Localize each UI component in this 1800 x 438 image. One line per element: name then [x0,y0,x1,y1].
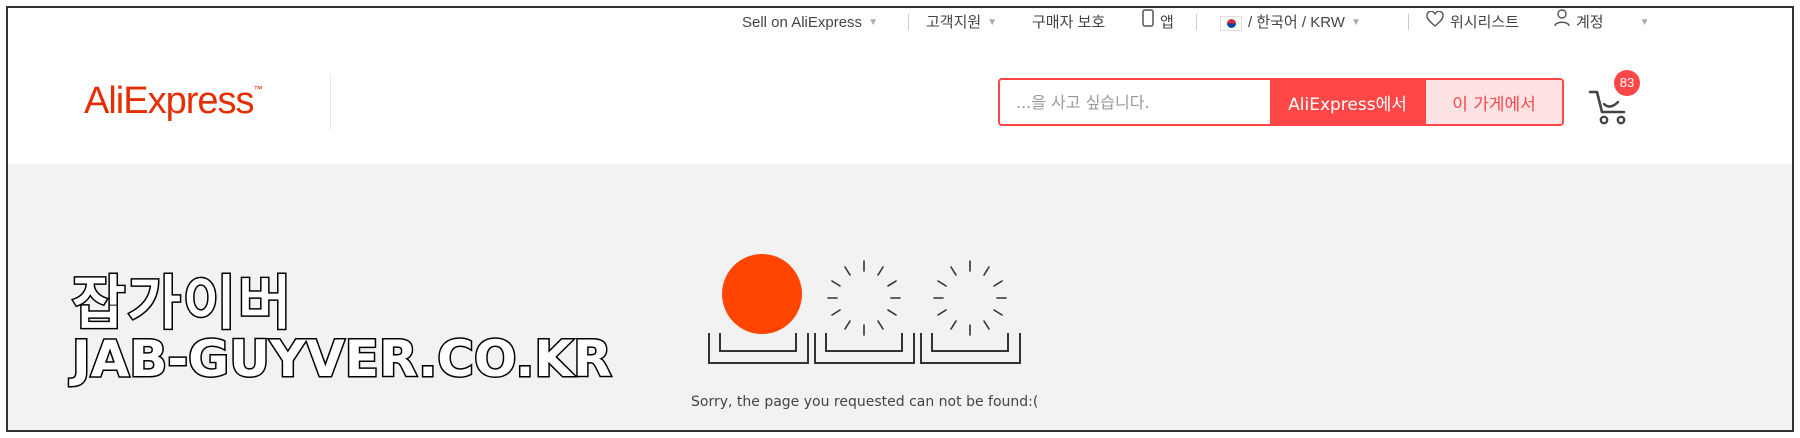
cart-count-badge: 83 [1614,70,1640,96]
sell-label: Sell on AliExpress [742,14,863,31]
search-input[interactable] [1000,80,1270,124]
aliexpress-logo[interactable]: AliExpress™ [84,80,263,123]
sell-on-aliexpress-link[interactable]: Sell on AliExpress ▼ [742,8,878,38]
cart-button[interactable]: 83 [1588,70,1640,126]
divider [1408,14,1409,30]
divider [1196,14,1197,30]
app-link[interactable]: 앱 [1142,8,1174,38]
account-menu[interactable]: 계정 ▼ [1554,8,1650,38]
korea-flag-icon [1220,15,1242,31]
trademark-mark: ™ [253,84,263,94]
wishlist-label: 위시리스트 [1450,14,1520,31]
search-bar: AliExpress에서 이 가게에서 [998,78,1564,126]
site-header: AliExpress™ AliExpress에서 이 가게에서 83 [8,44,1792,164]
protection-label: 구매자 보호 [1032,14,1106,31]
not-found-illustration [708,253,1038,373]
wishlist-link[interactable]: 위시리스트 [1426,8,1519,38]
loader-box-3 [920,260,1021,364]
customer-support-link[interactable]: 고객지원 ▼ [926,8,997,38]
support-label: 고객지원 [926,14,982,31]
search-aliexpress-button[interactable]: AliExpress에서 [1270,80,1425,124]
user-icon [1554,9,1570,37]
divider [330,74,331,130]
chevron-down-icon: ▼ [1639,17,1650,28]
watermark-title: 잡가이버 [70,268,294,339]
search-store-button[interactable]: 이 가게에서 [1425,80,1562,124]
logo-text: AliExpress [84,80,254,122]
top-utility-bar: Sell on AliExpress ▼ 고객지원 ▼ 구매자 보호 앱 / 한… [8,8,1792,44]
chevron-down-icon: ▼ [1350,17,1361,28]
app-label: 앱 [1160,14,1174,31]
buyer-protection-link[interactable]: 구매자 보호 [1032,8,1105,38]
chevron-down-icon: ▼ [868,17,878,28]
locale-label: / 한국어 / KRW [1248,14,1345,31]
watermark-url: JAB-GUYVER.CO.KR [71,329,614,390]
loader-box-2 [814,260,915,364]
phone-icon [1142,9,1154,37]
error-message: Sorry, the page you requested can not be… [691,394,1039,410]
loader-box-1 [708,254,809,364]
divider [908,14,909,30]
chevron-down-icon: ▼ [987,17,998,28]
heart-icon [1426,9,1444,37]
orange-dot-icon [722,254,802,334]
language-currency-selector[interactable]: / 한국어 / KRW ▼ [1220,8,1361,38]
browser-frame: Sell on AliExpress ▼ 고객지원 ▼ 구매자 보호 앱 / 한… [6,6,1794,432]
account-label: 계정 [1576,14,1604,31]
